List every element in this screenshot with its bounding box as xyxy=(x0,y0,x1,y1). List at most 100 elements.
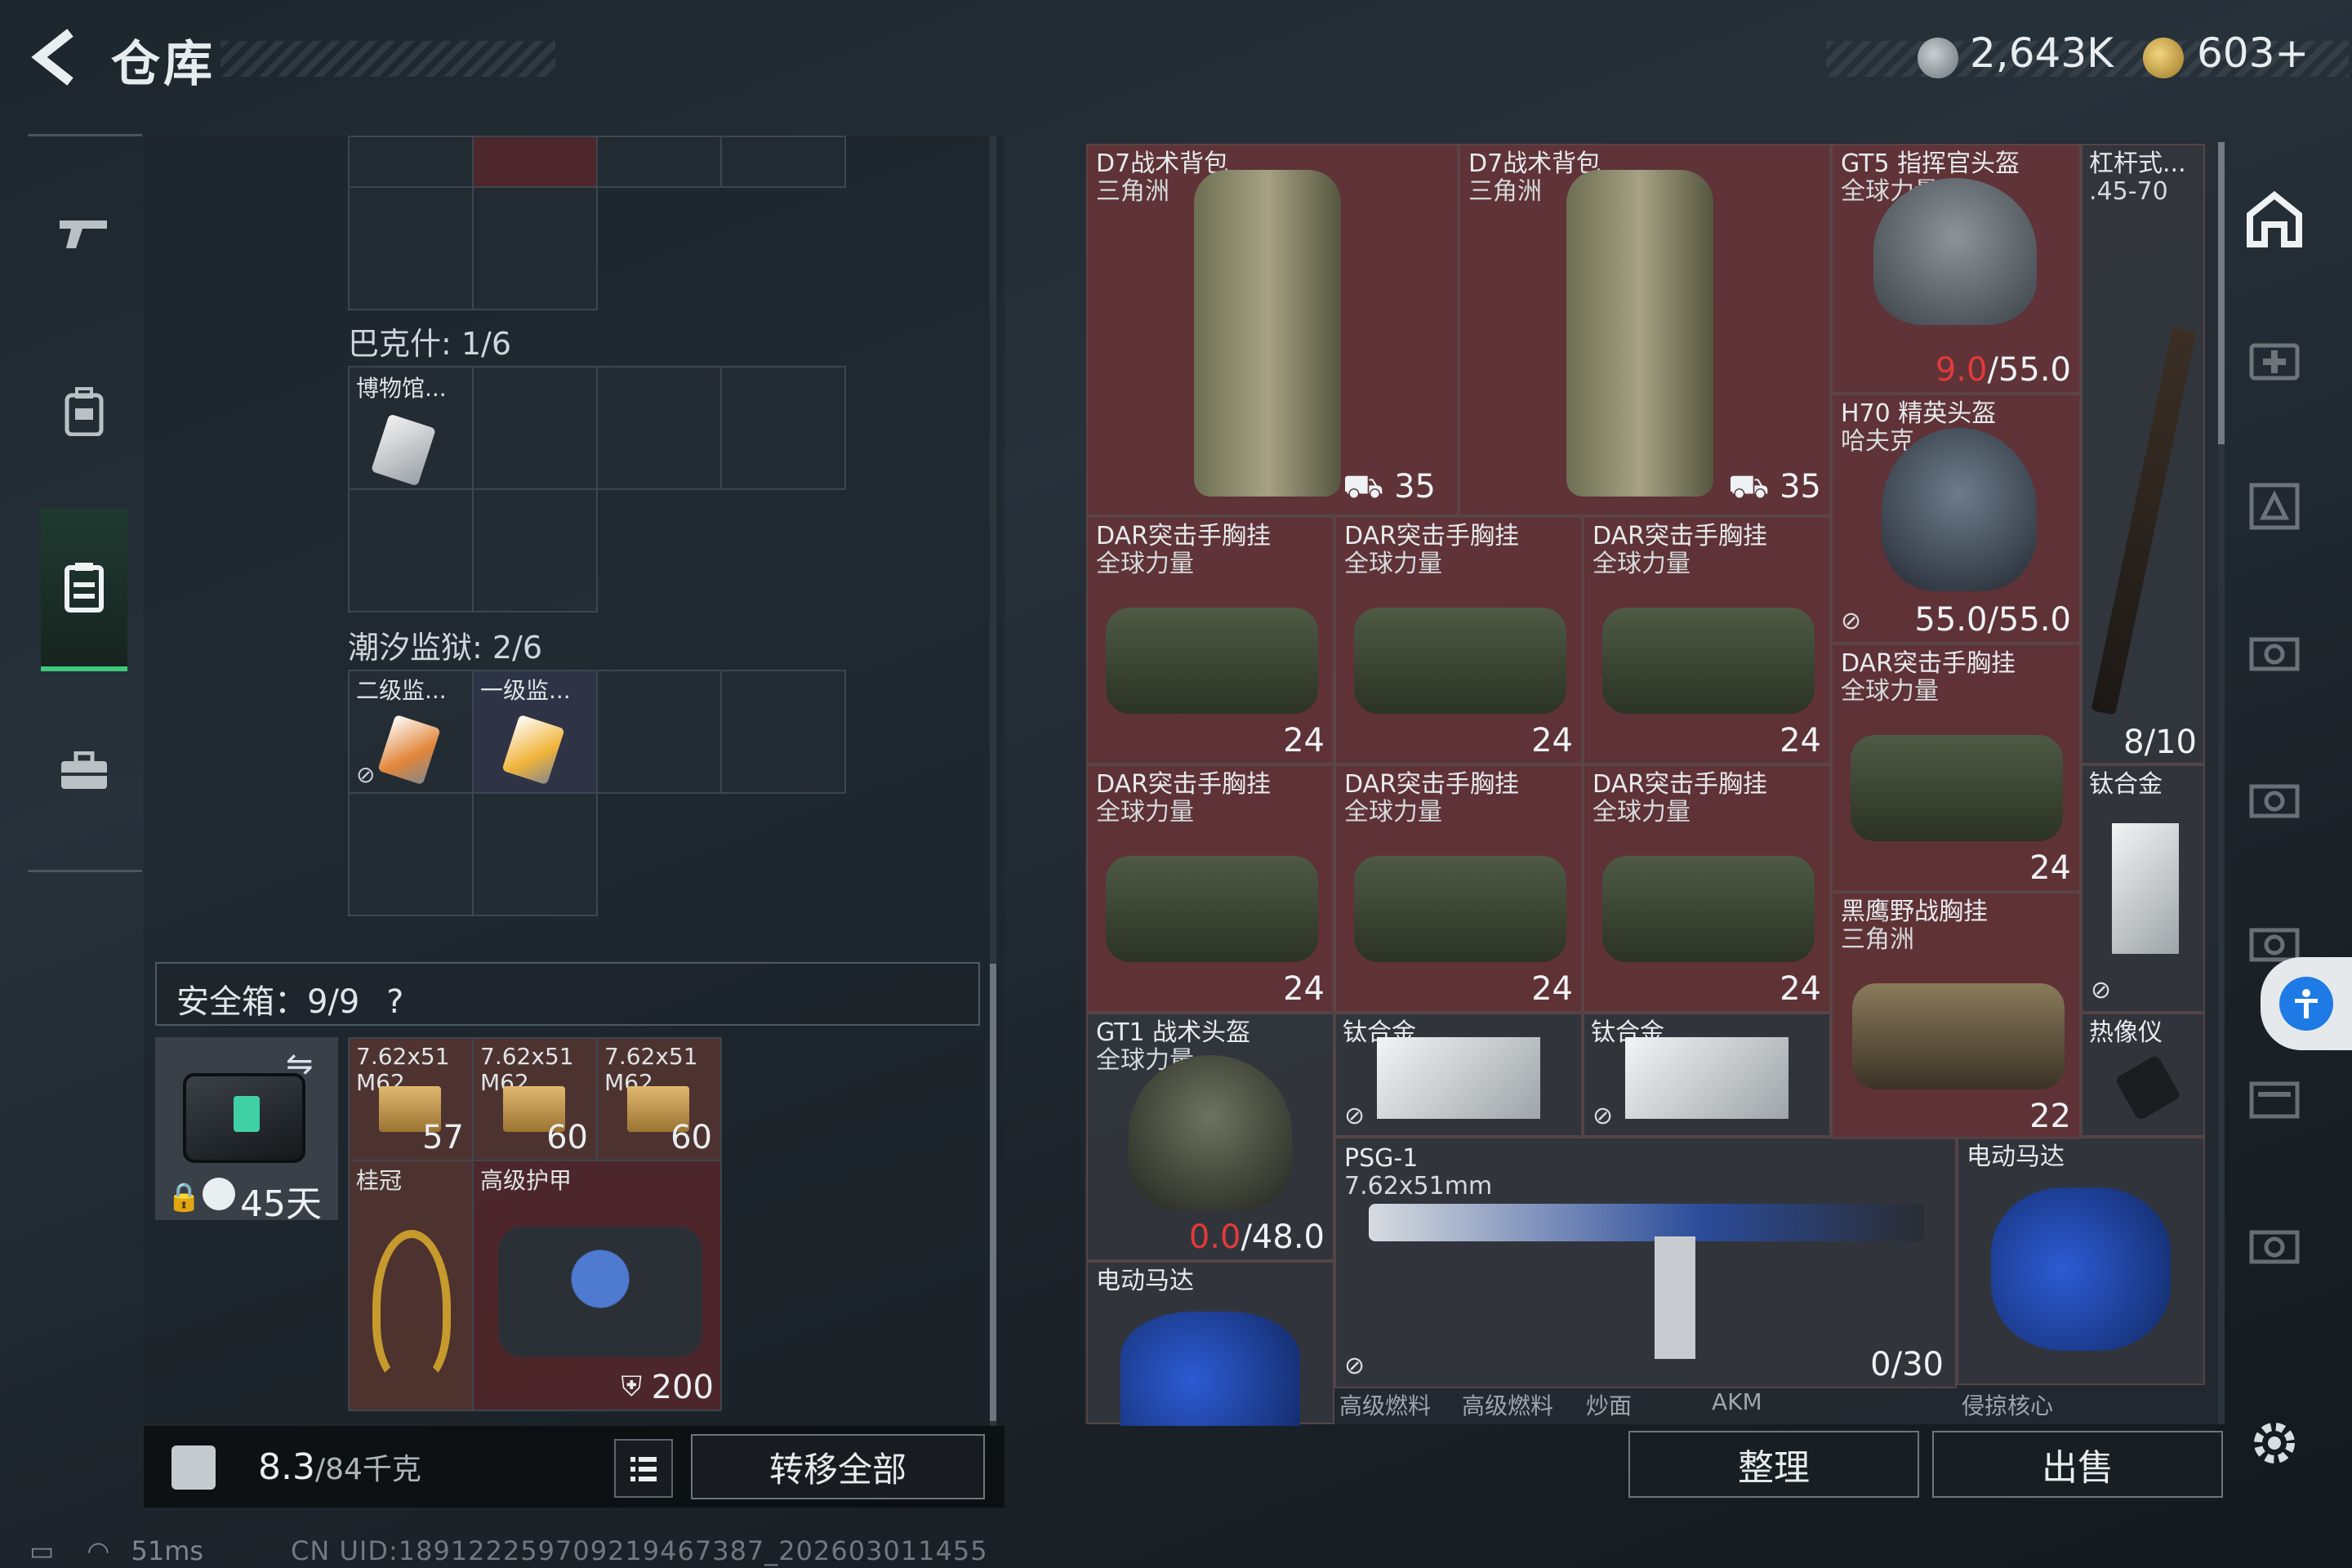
stash-cell[interactable]: 一级监... xyxy=(472,670,598,794)
item-psg1-rifle[interactable]: PSG-1 7.62x51mm ⊘ 0/30 xyxy=(1334,1137,1957,1388)
item-dar-vest[interactable]: DAR突击手胸挂 全球力量 24 xyxy=(1583,516,1831,764)
stash-cell[interactable] xyxy=(472,792,598,916)
item-count: 60 xyxy=(546,1119,588,1156)
nav-toolbox[interactable] xyxy=(41,689,127,853)
capacity-value: 24 xyxy=(1780,970,1821,1008)
stash-cell[interactable] xyxy=(348,488,474,612)
durability-current: 9.0 xyxy=(1935,351,1988,389)
safe-emblem-icon xyxy=(234,1096,260,1132)
filter-medical-button[interactable] xyxy=(2238,322,2311,395)
stash-cell[interactable] xyxy=(472,366,598,490)
capacity-value: 22 xyxy=(2029,1098,2071,1135)
settings-button[interactable] xyxy=(2238,1406,2311,1480)
item-sublabel: 全球力量 xyxy=(1592,550,1690,578)
safe-timer: 45天 xyxy=(240,1183,322,1225)
item-d7-backpack[interactable]: D7战术背包 三角洲 ⛟ 35 xyxy=(1086,144,1459,516)
item-titanium[interactable]: 钛合金 ⊘ xyxy=(1583,1013,1831,1137)
stash-cell[interactable] xyxy=(596,366,722,490)
list-icon xyxy=(630,1457,657,1481)
nav-gear[interactable] xyxy=(41,330,127,493)
item-dar-vest[interactable]: DAR突击手胸挂 全球力量 24 xyxy=(1334,516,1583,764)
item-thermal-imager[interactable]: 热像仪 xyxy=(2081,1013,2205,1137)
helmet-image xyxy=(1882,428,2037,591)
weight-current: 8.3 xyxy=(258,1446,315,1488)
item-titanium[interactable]: 钛合金 ⊘ xyxy=(2081,764,2205,1013)
container-icon xyxy=(2249,1081,2300,1119)
capacity-value: ⛟ 35 xyxy=(1343,468,1436,506)
stash-cell[interactable]: 博物馆... xyxy=(348,366,474,490)
item-electric-motor[interactable]: 电动马达 xyxy=(1086,1261,1334,1426)
sell-button[interactable]: 出售 xyxy=(1932,1431,2223,1498)
safe-slot[interactable]: 7.62x51 M62 60 xyxy=(596,1037,722,1161)
safe-container[interactable]: ⇋ 🔒 45天 xyxy=(155,1037,338,1225)
item-dar-vest[interactable]: DAR突击手胸挂 全球力量 24 xyxy=(1086,516,1334,764)
transfer-all-button[interactable]: 转移全部 xyxy=(691,1434,985,1499)
safe-slot-armor[interactable]: 高级护甲 ⛨ 200 xyxy=(472,1160,722,1411)
swap-icon[interactable]: ⇋ xyxy=(286,1045,314,1083)
item-dar-vest[interactable]: DAR突击手胸挂 全球力量 24 xyxy=(1583,764,1831,1013)
accessibility-button[interactable] xyxy=(2261,957,2352,1050)
stash-cell[interactable] xyxy=(596,670,722,794)
armor-vest-icon xyxy=(498,1227,702,1357)
battery-icon: ▭ xyxy=(29,1535,55,1566)
stash-cell[interactable] xyxy=(348,186,474,310)
item-dar-vest[interactable]: DAR突击手胸挂 全球力量 24 xyxy=(1086,764,1334,1013)
stash-cell[interactable] xyxy=(596,136,722,188)
back-button[interactable] xyxy=(24,24,90,90)
home-base-button[interactable] xyxy=(2238,183,2311,256)
stash-cell[interactable]: 二级监... ⊘ xyxy=(348,670,474,794)
motor-image xyxy=(1991,1187,2171,1351)
nav-storage[interactable] xyxy=(41,508,127,671)
back-arrow-icon xyxy=(31,29,74,86)
stash-cell[interactable] xyxy=(472,136,598,188)
titanium-ingot-image xyxy=(2112,823,2179,954)
item-dar-vest[interactable]: DAR突击手胸挂 全球力量 24 xyxy=(1831,644,2081,892)
stash-cell[interactable] xyxy=(472,186,598,310)
item-black-eagle-vest[interactable]: 黑鹰野战胸挂 三角洲 22 xyxy=(1831,892,2081,1140)
safe-slot[interactable]: 7.62x51 M62 57 xyxy=(348,1037,474,1161)
filter-items-button[interactable] xyxy=(2238,763,2311,836)
safe-box-header: 安全箱：9/9 ? xyxy=(155,962,980,1026)
gun-icon xyxy=(60,220,107,248)
item-gt1-helmet[interactable]: GT1 战术头盔 全球力量 0.0/48.0 xyxy=(1086,1013,1334,1261)
item-label: 电动马达 xyxy=(1096,1267,1194,1295)
stash-cell[interactable] xyxy=(720,136,846,188)
nav-weapons[interactable] xyxy=(41,150,127,314)
item-d7-backpack[interactable]: D7战术背包 三角洲 ⛟ 35 xyxy=(1459,144,1831,516)
user-uid: CN UID:18912225970921946738​7_2026030114… xyxy=(291,1535,988,1566)
item-titanium[interactable]: 钛合金 ⊘ xyxy=(1334,1013,1583,1137)
item-gt5-helmet[interactable]: GT5 指挥官头盔 全球力量 9.0/55.0 xyxy=(1831,144,2081,394)
filter-armor-button[interactable] xyxy=(2238,469,2311,542)
stash-cell[interactable] xyxy=(348,136,474,188)
item-dar-vest[interactable]: DAR突击手胸挂 全球力量 24 xyxy=(1334,764,1583,1013)
armor-icon xyxy=(2249,483,2300,530)
safe-slot-crown[interactable]: 桂冠 xyxy=(348,1160,474,1411)
stash-cell[interactable] xyxy=(720,670,846,794)
inventory-scroll-thumb[interactable] xyxy=(2218,142,2225,444)
item-label-partial: 高级燃料 xyxy=(1462,1392,1554,1419)
armor-durability: 200 xyxy=(651,1369,714,1406)
filter-containers-button[interactable] xyxy=(2238,1060,2311,1134)
stash-cell[interactable] xyxy=(720,366,846,490)
item-lever-action-rifle[interactable]: 杠杆式... .45-70 8/10 xyxy=(2081,144,2205,764)
item-label: 钛合金 xyxy=(2089,770,2163,799)
rifle-image xyxy=(1369,1204,1924,1241)
list-view-button[interactable] xyxy=(614,1439,673,1498)
item-electric-motor[interactable]: 电动马达 xyxy=(1957,1137,2205,1385)
item-label: GT1 战术头盔 xyxy=(1096,1018,1251,1047)
thermal-imager-image xyxy=(2114,1054,2181,1121)
stash-cell[interactable] xyxy=(348,792,474,916)
safe-slot[interactable]: 7.62x51 M62 60 xyxy=(472,1037,598,1161)
no-trade-icon: ⊘ xyxy=(1841,607,1862,635)
sort-button[interactable]: 整理 xyxy=(1628,1431,1919,1498)
title-decoration xyxy=(220,41,555,77)
item-h70-helmet[interactable]: H70 精英头盔 哈夫克 ⊘ 55.0/55.0 xyxy=(1831,394,2081,644)
filter-items-button[interactable] xyxy=(2238,616,2311,689)
gear-icon xyxy=(2254,1423,2295,1463)
help-icon[interactable]: ? xyxy=(386,983,403,1021)
stash-scroll-thumb[interactable] xyxy=(990,964,996,1421)
filter-items-button[interactable] xyxy=(2238,1209,2311,1282)
stash-cell[interactable] xyxy=(472,488,598,612)
vest-image xyxy=(1106,608,1318,714)
safe-case-icon xyxy=(183,1073,305,1163)
